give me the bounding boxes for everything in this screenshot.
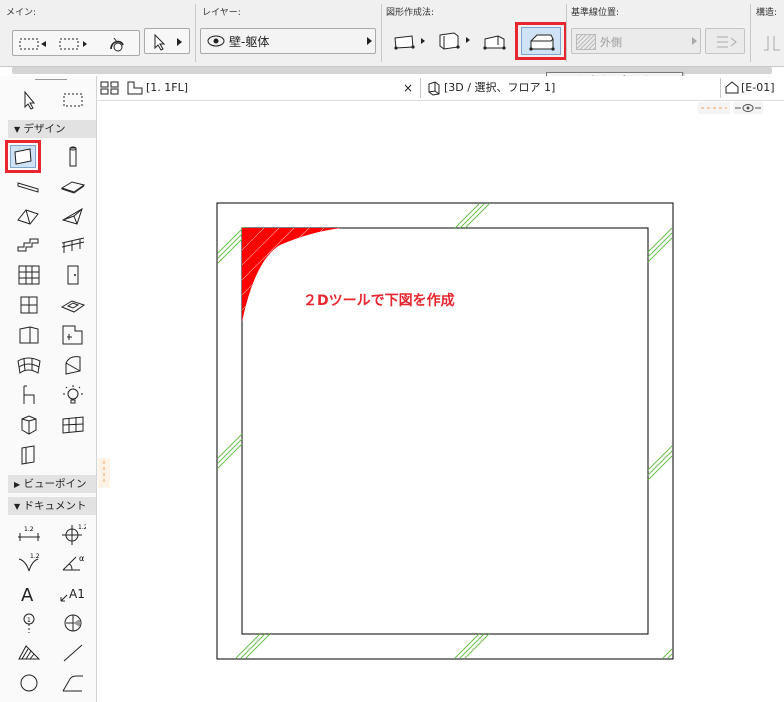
outer-wall-line (216, 202, 674, 660)
dimension-marker-icon[interactable] (698, 102, 730, 114)
slab-tool[interactable] (60, 174, 86, 198)
polygon-method-button[interactable] (521, 27, 561, 55)
viewpoint-section-header[interactable]: ▶ ビューポイント (8, 475, 96, 509)
main-label: メイン: (6, 8, 37, 18)
svg-text:A1: A1 (69, 587, 84, 601)
layer-dropdown[interactable]: 壁-躯体 (200, 28, 376, 54)
single-select-icon[interactable] (19, 37, 53, 54)
morph-tool[interactable] (60, 353, 86, 377)
selection-method-group (12, 30, 140, 56)
svg-text:1.2: 1.2 (24, 526, 34, 533)
design-section-header[interactable]: ▼ デザイン (8, 120, 96, 138)
shell-tool[interactable] (60, 204, 86, 228)
label-tool[interactable]: A1 (58, 581, 90, 605)
structure-label: 構造: (756, 8, 778, 18)
elevation-icon (724, 81, 740, 98)
door-tool[interactable] (60, 263, 86, 287)
flip-reference-button[interactable] (705, 28, 745, 54)
pointer-arrow-icon (154, 33, 182, 51)
dimension-tool[interactable]: 1.2 (16, 522, 42, 546)
column-tool[interactable] (60, 145, 86, 169)
tab-elevation[interactable]: [E-01] (741, 78, 775, 98)
view-eye-icon[interactable] (733, 102, 763, 114)
fill-tool[interactable] (16, 641, 42, 665)
hatch-swatch-icon (576, 34, 596, 50)
marquee-select-icon[interactable] (59, 37, 93, 54)
railing-tool[interactable] (60, 233, 86, 257)
curtain-wall-tool[interactable] (16, 263, 42, 287)
reference-line-label: 基準線位置: (571, 8, 620, 18)
drawing-canvas[interactable] (110, 120, 784, 702)
structure-icon[interactable] (762, 34, 782, 57)
wall-hatch (217, 203, 673, 659)
polyline-tool[interactable] (60, 671, 86, 695)
tab-floor-plan[interactable]: [1. 1FL] (146, 78, 188, 98)
tab-overview-icon[interactable] (100, 81, 120, 98)
info-box: メイン: レイヤー: 壁-躯体 図形作成法: 基準線位置: 外側 構造: (0, 0, 784, 67)
wall-tool[interactable] (10, 145, 36, 168)
wall-polygon-icon (529, 34, 555, 51)
lamp-tool[interactable] (60, 383, 86, 407)
reference-line-dropdown[interactable]: 外側 (571, 28, 701, 54)
roof-tool[interactable] (16, 204, 42, 228)
red-corner-fill[interactable] (242, 228, 354, 340)
geometry-method-label: 図形作成法: (386, 8, 435, 18)
floor-plan-icon (126, 80, 144, 99)
object-tool[interactable] (16, 383, 42, 407)
arrow-tool[interactable] (16, 88, 42, 112)
text-tool[interactable]: A (16, 581, 42, 605)
instruction-annotation: ２Dツールで下図を作成 (303, 293, 455, 309)
arc-circle-tool[interactable] (16, 671, 42, 695)
panel-collapse-handle[interactable] (98, 458, 110, 488)
geometry-trapezoid-icon[interactable] (436, 30, 474, 55)
svg-text:1.2: 1.2 (78, 524, 86, 531)
svg-text:A: A (21, 585, 34, 605)
level-dimension-tool[interactable]: 1.2 (60, 522, 86, 546)
svg-text:1: 1 (27, 617, 31, 624)
tab-close-button[interactable]: × (403, 78, 413, 98)
mesh-tool[interactable] (16, 353, 42, 377)
marquee-tool[interactable] (60, 88, 86, 112)
layer-value: 壁-躯体 (229, 35, 270, 49)
design-section-label: デザイン (23, 123, 66, 135)
angle-dimension-tool[interactable]: α (60, 551, 86, 575)
window-tool[interactable] (16, 293, 42, 317)
line-tool[interactable] (60, 641, 86, 665)
marker-tool[interactable]: 1 (16, 611, 42, 635)
curtain-panel-tool[interactable] (60, 413, 86, 437)
geometry-polygon-icon[interactable] (482, 31, 508, 54)
tab-3d-view[interactable]: [3D / 選択、フロア 1] (444, 78, 555, 98)
3d-view-icon (426, 80, 442, 99)
skylight-tool[interactable] (60, 293, 86, 317)
zone-tool[interactable] (16, 413, 42, 437)
corner-window-tool[interactable] (16, 323, 42, 347)
toolbox-grip[interactable] (35, 79, 67, 80)
reference-line-value: 外側 (600, 36, 622, 49)
document-section-label: ドキュメント (23, 500, 87, 512)
svg-text:α: α (79, 554, 84, 563)
document-section-header[interactable]: ▼ ドキュメント (8, 497, 96, 515)
stair-tool[interactable] (16, 233, 42, 257)
layer-dropdown-arrow-icon (367, 37, 372, 45)
beam-tool[interactable] (16, 174, 42, 198)
radial-dimension-tool[interactable]: 1.2 (16, 551, 42, 575)
opening-tool[interactable] (16, 443, 42, 467)
eye-icon (207, 35, 225, 47)
svg-text:1.2: 1.2 (30, 553, 40, 560)
inner-wall-line (241, 227, 649, 635)
detail-tool[interactable] (60, 611, 86, 635)
geometry-straight-icon[interactable] (392, 32, 428, 55)
layer-label: レイヤー: (202, 8, 241, 18)
arrow-tool-button[interactable] (144, 28, 190, 54)
reference-dropdown-arrow-icon (692, 37, 697, 45)
flip-icon (717, 36, 737, 48)
wall-end-tool[interactable] (60, 323, 86, 347)
magic-wand-icon[interactable] (107, 35, 129, 56)
